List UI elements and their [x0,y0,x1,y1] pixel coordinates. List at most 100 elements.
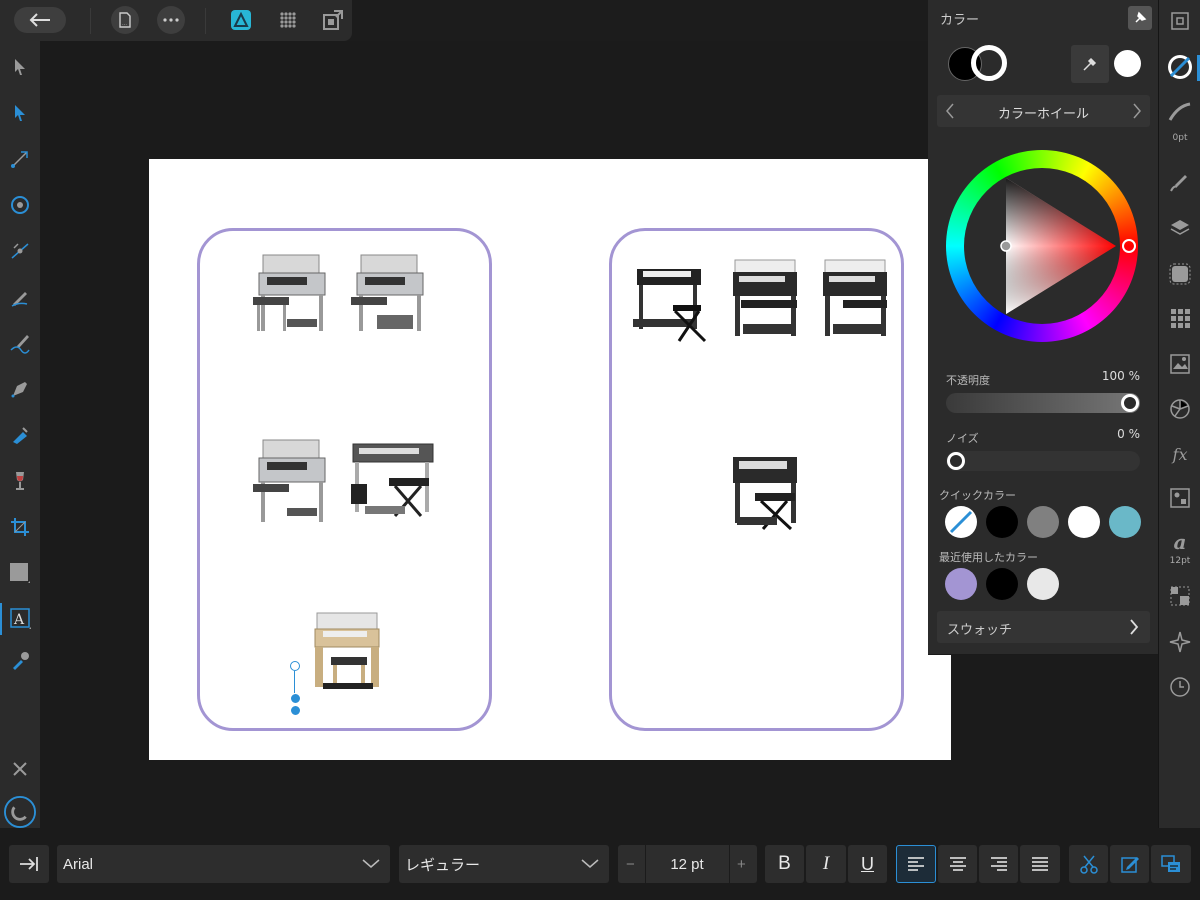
transparency-tool[interactable] [4,465,36,497]
transform-grid-button[interactable] [1164,302,1196,334]
corner-tool-icon [11,196,29,214]
bold-button[interactable]: B [765,845,804,883]
brushes-button[interactable] [1164,166,1196,198]
color-triangle[interactable] [946,150,1138,342]
point-transform-tool[interactable] [4,143,36,175]
snapping-studio-button[interactable] [1164,626,1196,658]
quick-color-swatch[interactable] [986,506,1018,538]
history-button[interactable] [1164,671,1196,703]
organ-image[interactable] [249,249,331,339]
color-picker-tool[interactable] [4,645,36,677]
align-center-icon [949,857,966,871]
pencil-tool[interactable] [4,281,36,313]
assets-button[interactable] [1164,348,1196,380]
snapping-button[interactable] [4,796,36,828]
export-persona-button[interactable] [320,7,346,33]
crop-tool[interactable] [4,511,36,543]
move-tool[interactable] [4,51,36,83]
color-studio-button[interactable] [1164,51,1196,83]
organ-image[interactable] [727,449,807,539]
more-button[interactable] [157,6,185,34]
eyedropper-button[interactable] [1071,45,1109,83]
font-size-stepper[interactable]: − 12 pt + [618,845,757,883]
stroke-well[interactable] [971,45,1007,81]
fill-tool[interactable] [4,419,36,451]
align-center-button[interactable] [938,845,977,883]
selection-handle[interactable] [290,693,301,704]
color-mode-selector[interactable]: カラーホイール [937,95,1150,127]
noise-slider-thumb[interactable] [947,452,965,470]
organ-image[interactable] [817,254,897,349]
tab-stop-button[interactable] [9,845,49,883]
cut-button[interactable] [1069,845,1108,883]
styles-button[interactable] [1164,482,1196,514]
designer-persona-button[interactable] [228,7,254,33]
quick-color-swatch[interactable] [1109,506,1141,538]
node-tool[interactable] [4,97,36,129]
corner-tool[interactable] [4,189,36,221]
designer-persona-icon [231,10,251,30]
close-button[interactable] [4,753,36,785]
edit-text-icon [1120,857,1139,873]
chevron-right-icon[interactable] [1132,103,1142,119]
recent-color-swatch[interactable] [1027,568,1059,600]
noise-label: ノイズ [946,432,979,445]
vector-brush-tool[interactable] [4,327,36,359]
organ-image[interactable] [347,434,443,529]
appearance-button[interactable] [1164,393,1196,425]
convert-button[interactable] [1151,845,1191,883]
constraints-button[interactable] [1164,258,1196,290]
contour-tool[interactable] [4,235,36,267]
navigator-button[interactable] [1164,5,1196,37]
increase-size-button[interactable]: + [737,856,746,873]
back-button[interactable] [14,7,66,33]
color-picker-icon [13,652,29,670]
studio-strip: 0pt fx a 12pt [1158,0,1200,828]
justify-icon [1032,857,1048,871]
pen-tool[interactable] [4,373,36,405]
current-color-swatch[interactable] [1114,50,1141,77]
artistic-text-tool[interactable]: A [0,603,40,635]
pen-tool-icon [11,382,27,398]
quick-color-swatch[interactable] [945,506,977,538]
recent-color-swatch[interactable] [986,568,1018,600]
pin-button[interactable] [1128,6,1152,30]
edit-text-button[interactable] [1110,845,1149,883]
opacity-slider-thumb[interactable] [1121,394,1139,412]
align-right-button[interactable] [979,845,1018,883]
underline-button[interactable]: U [848,845,887,883]
organ-image[interactable] [727,254,807,349]
font-family-select[interactable]: Arial [57,845,390,883]
pixel-persona-button[interactable] [275,7,301,33]
selection-handle[interactable] [290,705,301,716]
stroke-studio-button[interactable] [1164,96,1196,128]
organ-image[interactable] [249,434,331,529]
stroke-width-label: 0pt [1172,133,1188,143]
font-size-value[interactable]: 12 pt [646,856,728,873]
swatches-button[interactable]: スウォッチ [937,611,1150,643]
justify-button[interactable] [1020,845,1060,883]
align-left-button[interactable] [896,845,936,883]
transform-button[interactable] [1164,580,1196,612]
organ-image[interactable] [309,609,385,697]
recent-color-swatch[interactable] [945,568,977,600]
chevron-left-icon[interactable] [945,103,955,119]
document-button[interactable]: … [111,6,139,34]
artboard[interactable] [149,159,951,760]
layers-button[interactable] [1164,212,1196,244]
align-right-icon [990,857,1007,871]
noise-slider[interactable] [946,451,1140,471]
quick-color-swatch[interactable] [1027,506,1059,538]
italic-button[interactable]: I [806,845,846,883]
decrease-size-button[interactable]: − [626,856,635,873]
quick-color-swatch[interactable] [1068,506,1100,538]
fill-tool-icon [13,427,28,444]
opacity-slider[interactable] [946,393,1140,413]
font-style-select[interactable]: レギュラー [399,845,609,883]
organ-image[interactable] [347,249,429,339]
organ-image[interactable] [629,259,719,354]
selection-handle[interactable] [290,661,300,671]
effects-button[interactable]: fx [1164,438,1196,470]
text-styles-button[interactable]: a [1164,526,1196,558]
rectangle-tool[interactable] [4,557,36,589]
